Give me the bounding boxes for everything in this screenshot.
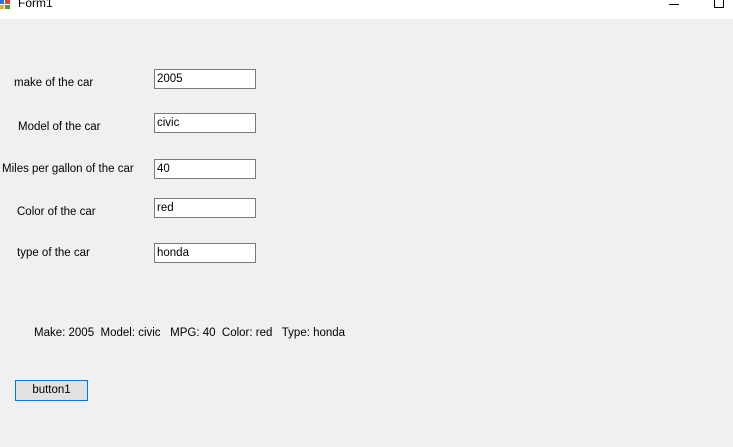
form-icon xyxy=(0,0,11,9)
model-label: Model of the car xyxy=(18,121,101,133)
color-label: Color of the car xyxy=(17,206,96,218)
mpg-label: Miles per gallon of the car xyxy=(2,163,134,175)
minimize-icon[interactable] xyxy=(666,0,682,10)
color-input[interactable] xyxy=(154,198,256,218)
make-input[interactable] xyxy=(154,69,256,89)
type-label: type of the car xyxy=(17,247,90,259)
maximize-icon[interactable] xyxy=(712,0,726,10)
output-label: Make: 2005 Model: civic MPG: 40 Color: r… xyxy=(34,327,346,339)
model-input[interactable] xyxy=(154,113,256,133)
make-label: make of the car xyxy=(14,77,94,89)
mpg-input[interactable] xyxy=(154,159,256,179)
title-bar[interactable]: Form1 xyxy=(0,0,733,19)
button1[interactable]: button1 xyxy=(15,380,88,401)
window-title: Form1 xyxy=(18,0,53,10)
type-input[interactable] xyxy=(154,243,256,263)
